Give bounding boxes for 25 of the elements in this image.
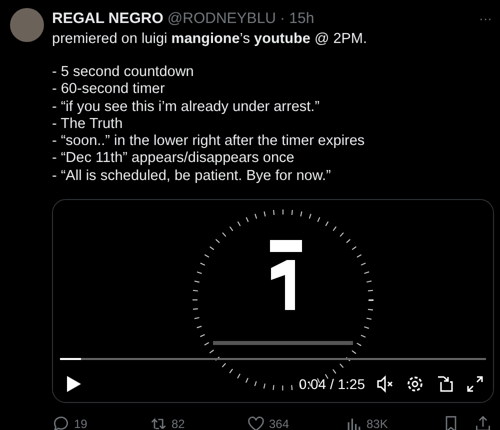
fullscreen-icon[interactable] — [465, 374, 485, 394]
dock-icon[interactable] — [435, 374, 455, 394]
reply-icon[interactable] — [52, 415, 70, 430]
author-handle[interactable]: @RODNEYBLU — [167, 10, 276, 27]
list-line: - “Dec 11th” appears/disappears once — [52, 150, 296, 168]
avatar[interactable] — [10, 8, 44, 42]
post-text: premiered on luigi mangione’s youtube @ 2PM. — [52, 31, 368, 47]
share-icon[interactable] — [474, 415, 492, 430]
like-count: 364 — [269, 417, 290, 430]
mute-icon[interactable] — [375, 374, 395, 394]
repost-count: 82 — [172, 417, 185, 430]
reply-count: 19 — [74, 417, 88, 430]
list-line: - 60-second timer — [52, 81, 166, 99]
list-line: - The Truth — [52, 116, 124, 134]
like-icon[interactable] — [247, 415, 265, 430]
views-count: 83K — [366, 417, 388, 430]
list-line: - “if you see this i’m already under arrest.” — [52, 98, 321, 116]
progress-track[interactable] — [60, 358, 486, 360]
author-name[interactable]: REGAL NEGRO — [52, 10, 164, 27]
list-line: - “All is scheduled, be patient. Bye for now.” — [52, 168, 332, 186]
post-time: · 15h — [280, 10, 314, 27]
list-line: - “soon..” in the lower right after the timer expires — [52, 133, 366, 150]
settings-icon[interactable] — [405, 374, 425, 394]
list-line: - 5 second countdown — [52, 64, 195, 82]
more-button[interactable]: ··· — [479, 11, 492, 26]
